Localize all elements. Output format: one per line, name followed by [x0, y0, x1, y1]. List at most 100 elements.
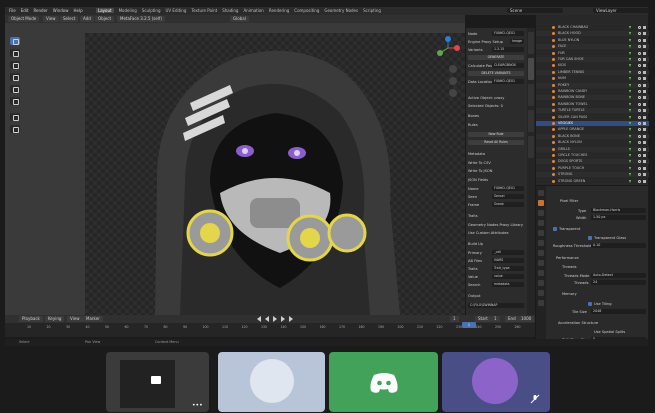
render-camera-icon[interactable] [643, 90, 646, 93]
visibility-eye-icon[interactable] [638, 141, 641, 145]
tool-tab-icon[interactable] [538, 190, 544, 196]
visibility-eye-icon[interactable] [638, 64, 641, 68]
workspace-tab-animation[interactable]: Animation [243, 8, 263, 13]
workspace-tab-scripting[interactable]: Scripting [363, 8, 381, 13]
outliner-row[interactable]: POKEY [536, 82, 649, 88]
outliner-row[interactable]: STRONG GREEN [536, 179, 649, 184]
render-camera-icon[interactable] [643, 64, 646, 68]
scale-tool-icon[interactable] [10, 85, 20, 93]
roughness-field[interactable]: 0.10 [591, 243, 646, 248]
measure-tool-icon[interactable] [10, 125, 20, 133]
data-location-field[interactable]: FUNKO-QEX1 [492, 79, 524, 84]
cursor-tool-icon[interactable] [10, 49, 20, 57]
visibility-eye-icon[interactable] [638, 32, 641, 36]
outliner-row[interactable]: RAINBOW TOWEL [536, 102, 649, 107]
more-options-icon[interactable]: ••• [192, 402, 203, 409]
visibility-eye-icon[interactable] [638, 173, 641, 177]
menu-item-render[interactable]: Render [33, 8, 47, 13]
build-field-value[interactable]: Trait_type [492, 266, 524, 271]
outliner-row[interactable]: BLACK CHAINBAG [536, 25, 649, 30]
outliner-row[interactable]: PURPLE TOUCH [536, 166, 649, 171]
outliner-row[interactable]: CIRCLE TOUCHES [536, 153, 649, 158]
render-camera-icon[interactable] [643, 115, 646, 119]
view-menu[interactable]: View [43, 16, 59, 22]
render-camera-icon[interactable] [643, 134, 646, 138]
engine-proxy-field[interactable]: Image [510, 39, 524, 44]
start-field[interactable]: 1 [491, 316, 500, 322]
view-menu[interactable]: View [67, 316, 83, 322]
object-menu[interactable]: Object [95, 16, 115, 22]
width-field[interactable]: 1.50 px [591, 215, 646, 220]
visibility-eye-icon[interactable] [638, 58, 641, 61]
sidebar-tab[interactable] [528, 136, 534, 158]
build-field-value[interactable]: value [492, 274, 524, 279]
select-box-tool-icon[interactable] [10, 37, 20, 45]
workspace-tab-geometry-nodes[interactable]: Geometry Nodes [324, 8, 358, 13]
outliner-row[interactable]: FUR [536, 51, 649, 56]
data-tab-icon[interactable] [538, 300, 544, 306]
write-json-checkbox[interactable]: Write To JSON [468, 169, 492, 173]
acceleration-section[interactable]: Acceleration Structure [558, 321, 598, 325]
pan-icon[interactable] [449, 77, 457, 85]
calculate-pass-field[interactable]: CLEARGBNOX [492, 63, 524, 68]
menu-item-help[interactable]: Help [73, 8, 82, 13]
rules-section[interactable]: Rules [468, 123, 478, 127]
custom-attributes-checkbox[interactable]: Use Custom Attributes [468, 231, 509, 235]
current-frame-field[interactable]: 1 [450, 316, 459, 322]
constraints-tab-icon[interactable] [538, 290, 544, 296]
render-camera-icon[interactable] [643, 45, 646, 49]
properties-editor[interactable]: Pixel Filter Type Blackman-Harris Width … [535, 185, 648, 346]
participant-tile[interactable] [442, 352, 550, 412]
memory-section[interactable]: Memory [562, 292, 577, 296]
write-csv-checkbox[interactable]: Write To CSV [468, 161, 491, 165]
render-camera-icon[interactable] [643, 141, 646, 145]
outliner-row[interactable]: FUR CAN SHOE [536, 57, 649, 62]
render-camera-icon[interactable] [643, 102, 646, 106]
visibility-eye-icon[interactable] [638, 134, 641, 138]
playback-menu[interactable]: Playback [19, 316, 43, 322]
workspace-tab-shading[interactable]: Shading [222, 8, 238, 13]
visibility-eye-icon[interactable] [638, 109, 641, 113]
outliner-row[interactable]: KIDS [536, 63, 649, 68]
outliner-row[interactable]: STRONG [536, 172, 649, 178]
world-tab-icon[interactable] [538, 240, 544, 246]
build-field-value[interactable]: IVARS [492, 258, 524, 263]
menu-item-edit[interactable]: Edit [21, 8, 29, 13]
view-layer-selector[interactable]: ViewLayer [593, 8, 649, 13]
workspace-tab-modeling[interactable]: Modeling [119, 8, 137, 13]
output-tab-icon[interactable] [538, 210, 544, 216]
outliner-row[interactable]: APPLE ORANGE [536, 127, 649, 132]
zoom-icon[interactable] [449, 65, 457, 73]
visibility-eye-icon[interactable] [638, 179, 641, 183]
menu-item-file[interactable]: File [9, 8, 16, 13]
physics-tab-icon[interactable] [538, 280, 544, 286]
render-camera-icon[interactable] [643, 26, 646, 29]
scene-selector[interactable]: Scene [507, 8, 563, 13]
render-camera-icon[interactable] [643, 32, 646, 36]
visibility-eye-icon[interactable] [638, 70, 641, 74]
outliner-row[interactable]: RAINBOW CANDY [536, 89, 649, 94]
seen-field[interactable]: Sensei [492, 194, 524, 199]
outliner-row[interactable]: NUM [536, 76, 649, 81]
render-camera-icon[interactable] [643, 160, 646, 164]
outliner-row[interactable]: BLACK BONE [536, 133, 649, 139]
output-section[interactable]: Output [468, 294, 480, 298]
render-camera-icon[interactable] [643, 58, 646, 61]
render-camera-icon[interactable] [643, 77, 646, 81]
use-tiling-checkbox[interactable] [588, 302, 592, 306]
timeline-ruler[interactable]: 10 20 30 40 50 60 70 80 90 100 110 120 130 140 150 160 1… [5, 323, 535, 337]
rotate-tool-icon[interactable] [10, 73, 20, 81]
visibility-eye-icon[interactable] [638, 26, 641, 29]
build-field-value[interactable]: _cell [492, 250, 524, 255]
visibility-eye-icon[interactable] [638, 115, 641, 119]
render-camera-icon[interactable] [643, 109, 646, 113]
pixel-filter-section[interactable]: Pixel Filter [560, 199, 578, 203]
object-tab-icon[interactable] [538, 250, 544, 256]
visibility-eye-icon[interactable] [638, 147, 641, 151]
playhead[interactable]: 1 [462, 322, 476, 328]
build-field-value[interactable]: metadata [492, 282, 524, 287]
outliner-row[interactable]: LIMBER TENNIS [536, 69, 649, 75]
outliner-row[interactable]: SILVER CAN PASS [536, 115, 649, 120]
particles-tab-icon[interactable] [538, 270, 544, 276]
outliner-row[interactable]: BLACK NYLON [536, 140, 649, 145]
